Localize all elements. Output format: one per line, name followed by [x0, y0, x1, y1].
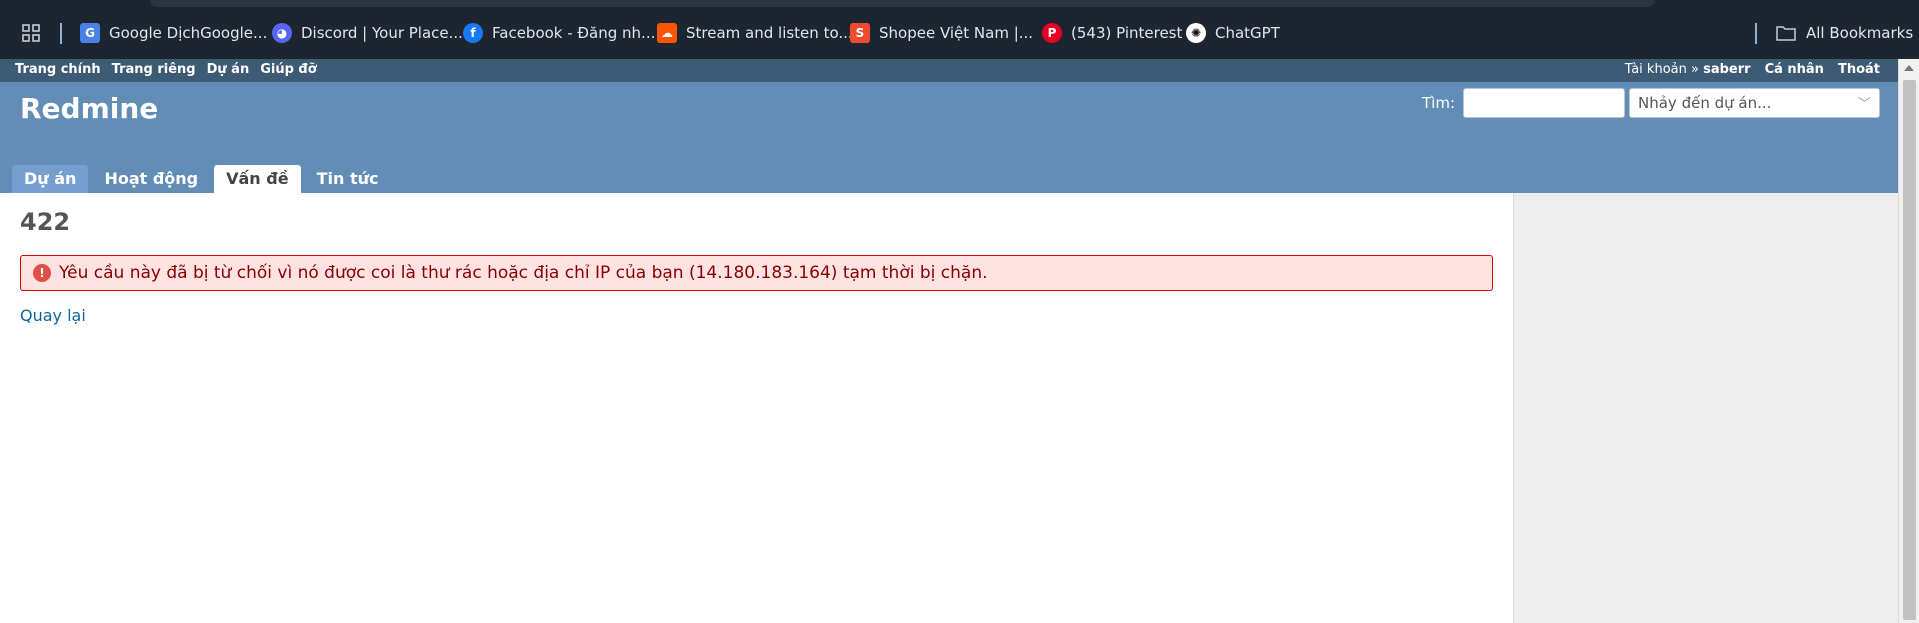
bookmark-label: Stream and listen to... — [686, 24, 853, 42]
project-jump-select[interactable]: Nhảy đến dự án... ﹀ — [1629, 88, 1880, 118]
bookmark-label: (543) Pinterest — [1071, 24, 1183, 42]
apps-grid-icon[interactable] — [22, 22, 40, 44]
page-scrollbar[interactable] — [1898, 59, 1919, 623]
error-flash: ! Yêu cầu này đã bị từ chối vì nó được c… — [20, 255, 1493, 291]
top-menu-my-page[interactable]: Trang riêng — [112, 62, 196, 77]
folder-icon — [1776, 25, 1796, 41]
bookmark-facebook[interactable]: f Facebook - Đăng nh... — [463, 22, 655, 44]
chevron-down-icon: ﹀ — [1857, 97, 1871, 112]
sidebar — [1513, 193, 1898, 623]
logout-link[interactable]: Thoát — [1838, 62, 1880, 77]
bookmark-label: Google DịchGoogle... — [109, 24, 268, 42]
bookmark-label: Discord | Your Place... — [301, 24, 463, 42]
bookmark-label: Shopee Việt Nam |... — [879, 24, 1034, 42]
error-icon: ! — [33, 264, 51, 282]
all-bookmarks-button[interactable]: All Bookmarks — [1776, 22, 1913, 44]
bookmark-shopee[interactable]: S Shopee Việt Nam |... — [850, 22, 1033, 44]
top-menu-home[interactable]: Trang chính — [15, 62, 101, 77]
search-input[interactable] — [1463, 88, 1625, 118]
site-title[interactable]: Redmine — [20, 92, 158, 125]
scroll-up-icon[interactable] — [1904, 65, 1914, 71]
bookmark-label: Facebook - Đăng nh... — [492, 24, 656, 42]
top-menu: Trang chính Trang riêng Dự án Giúp đỡ Tà… — [0, 59, 1898, 82]
page-title: 422 — [20, 208, 71, 236]
tab-projects[interactable]: Dự án — [12, 165, 89, 193]
top-menu-help[interactable]: Giúp đỡ — [260, 62, 316, 77]
search-label: Tìm: — [1422, 94, 1455, 112]
discord-icon: ◕ — [272, 23, 292, 43]
my-account-link[interactable]: Cá nhân — [1765, 62, 1824, 77]
account-prefix: Tài khoản » — [1624, 62, 1699, 77]
bookmark-pinterest[interactable]: P (543) Pinterest — [1042, 22, 1182, 44]
account-user-link[interactable]: saberr — [1703, 62, 1750, 77]
pinterest-icon: P — [1042, 23, 1062, 43]
google-translate-icon: G — [80, 23, 100, 43]
chatgpt-icon: ✺ — [1186, 23, 1206, 43]
bookmarks-separator — [60, 23, 62, 44]
bookmark-discord[interactable]: ◕ Discord | Your Place... — [272, 22, 463, 44]
error-message: Yêu cầu này đã bị từ chối vì nó được coi… — [59, 263, 988, 283]
bookmark-google-translate[interactable]: G Google DịchGoogle... — [80, 22, 267, 44]
soundcloud-icon: ☁ — [657, 23, 677, 43]
all-bookmarks-label: All Bookmarks — [1806, 24, 1914, 42]
project-jump-label: Nhảy đến dự án... — [1638, 94, 1772, 112]
facebook-icon: f — [463, 23, 483, 43]
scrollbar-thumb[interactable] — [1903, 80, 1916, 620]
tab-news[interactable]: Tin tức — [305, 165, 391, 193]
main-menu: Dự án Hoạt động Vấn đề Tin tức — [12, 165, 390, 193]
shopee-icon: S — [850, 23, 870, 43]
header: Redmine Tìm: Nhảy đến dự án... ﹀ Dự án H… — [0, 82, 1898, 193]
tab-activity[interactable]: Hoạt động — [92, 165, 210, 193]
bookmarks-bar: G Google DịchGoogle... ◕ Discord | Your … — [0, 0, 1919, 59]
back-link[interactable]: Quay lại — [20, 306, 86, 325]
bookmark-soundcloud[interactable]: ☁ Stream and listen to... — [657, 22, 853, 44]
top-menu-projects[interactable]: Dự án — [207, 62, 250, 77]
bookmark-chatgpt[interactable]: ✺ ChatGPT — [1186, 22, 1280, 44]
content: 422 ! Yêu cầu này đã bị từ chối vì nó đư… — [0, 193, 1513, 623]
address-bar-edge — [150, 0, 1655, 7]
tab-issues[interactable]: Vấn đề — [214, 165, 301, 193]
bookmarks-separator — [1755, 23, 1757, 44]
bookmark-label: ChatGPT — [1215, 24, 1280, 42]
logged-in-as: Tài khoản » saberr — [1625, 62, 1751, 77]
